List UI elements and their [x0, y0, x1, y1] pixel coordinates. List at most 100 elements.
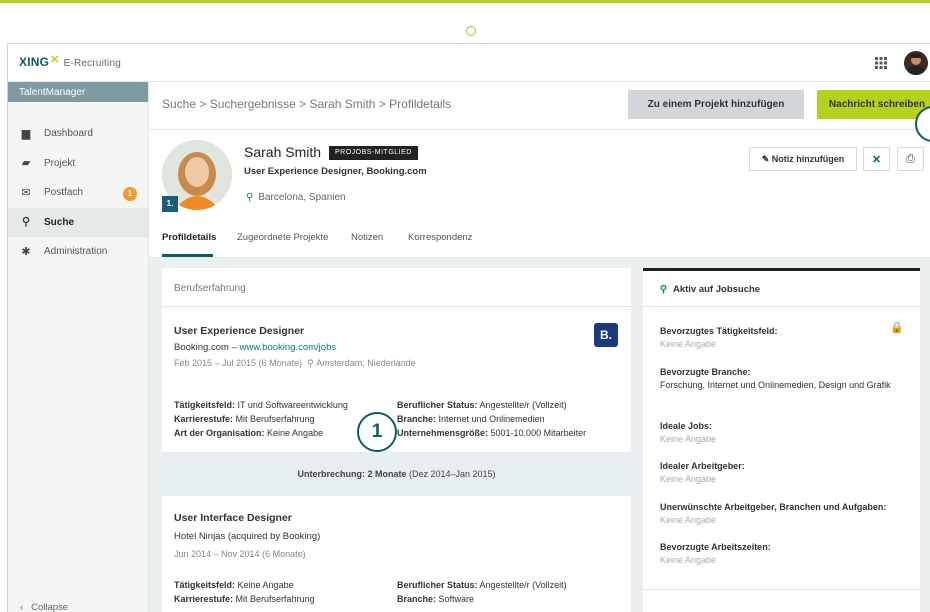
detail-row: Branche: Software [397, 592, 567, 606]
gap-range: (Dez 2014–Jan 2015) [406, 469, 496, 479]
mail-icon: ✉ [21, 186, 31, 199]
job-details-left: Tätigkeitsfeld: Keine Angabe Karrierestu… [174, 578, 315, 606]
preference-value: Keine Angabe [660, 474, 717, 484]
detail-row: Branche: Internet und Onlinemedien [397, 412, 586, 426]
detail-row: Unternehmensgröße: 5001-10.000 Mitarbeit… [397, 426, 586, 440]
chevron-left-icon: ‹ [20, 602, 24, 612]
tab-notizen[interactable]: Notizen [351, 232, 383, 243]
candidate-name: Sarah Smith [244, 144, 322, 160]
detail-key: Art der Organisation: [174, 428, 265, 438]
detail-key: Tätigkeitsfeld: [174, 580, 236, 590]
detail-key: Unternehmensgröße: [397, 428, 489, 438]
collapse-label: Collapse [31, 602, 69, 612]
apps-grid-icon[interactable] [875, 57, 887, 69]
detail-key: Karrierestufe: [174, 594, 234, 604]
sidebar-item-label: Administration [44, 246, 108, 258]
location-pin-icon: ⚲ [307, 358, 314, 368]
job-details-right: Beruflicher Status: Angestellte/r (Vollz… [397, 578, 567, 606]
sidebar-nav: ▆ Dashboard ▰ Projekt ✉ Postfach 1 ⚲ Suc… [8, 119, 148, 267]
add-to-project-button[interactable]: Zu einem Projekt hinzufügen [628, 90, 804, 119]
notification-badge: 1 [123, 187, 137, 201]
sidebar-item-administration[interactable]: ✱ Administration [8, 237, 148, 267]
job-location: Amsterdam, Niederlande [316, 358, 416, 368]
active-tab-indicator [162, 254, 213, 257]
preference-item: Bevorzugte Branche: Forschung, Internet … [660, 366, 900, 392]
top-accent-line [0, 0, 930, 3]
print-button[interactable]: ⎙ [897, 147, 924, 171]
detail-value: Keine Angabe [267, 428, 324, 438]
breadcrumb-bar: Suche > Suchergebnisse > Sarah Smith > P… [149, 82, 930, 142]
company-logo: B. [594, 323, 618, 347]
job-title: User Experience Designer [174, 325, 305, 337]
folder-icon: ▰ [21, 157, 31, 170]
detail-key: Karrierestufe: [174, 414, 234, 424]
detail-row: Karrierestufe: Mit Berufserfahrung [174, 592, 315, 606]
xing-icon: ✕ [871, 153, 882, 166]
location-pin-icon: ⚲ [246, 192, 254, 203]
product-name: E-Recruiting [63, 58, 121, 69]
job-entry: User Experience Designer Booking.com – w… [162, 307, 631, 452]
sidebar-item-postfach[interactable]: ✉ Postfach 1 [8, 178, 148, 208]
collapse-button[interactable]: ‹ Collapse [20, 602, 68, 612]
write-message-button[interactable]: Nachricht schreiben [817, 90, 930, 119]
preference-key: Unerwünschte Arbeitgeber, Branchen und A… [660, 502, 887, 512]
detail-row: Art der Organisation: Keine Angabe [174, 426, 348, 440]
rank-badge: 1. [162, 196, 178, 212]
sidebar-item-label: Suche [44, 216, 75, 228]
sidebar-item-projekt[interactable]: ▰ Projekt [8, 149, 148, 179]
projobs-badge: PROJOBS-MITGLIED [329, 146, 418, 160]
detail-row: Tätigkeitsfeld: IT und Softwareentwicklu… [174, 398, 348, 412]
user-avatar[interactable] [904, 51, 928, 75]
detail-value: Mit Berufserfahrung [235, 594, 315, 604]
preference-item: Ideale Jobs: Keine Angabe [660, 420, 900, 446]
preference-key: Ideale Jobs: [660, 421, 713, 431]
detail-key: Beruflicher Status: [397, 400, 478, 410]
tab-profildetails[interactable]: Profildetails [162, 232, 216, 243]
add-note-button[interactable]: ✎ Notiz hinzufügen [749, 147, 857, 171]
preference-key: Idealer Arbeitgeber: [660, 461, 745, 471]
main-content: Suche > Suchergebnisse > Sarah Smith > P… [149, 82, 930, 612]
company-separator: – [228, 342, 240, 353]
detail-key: Branche: [397, 414, 437, 424]
job-title: User Interface Designer [174, 512, 292, 524]
experience-title: Berufserfahrung [162, 268, 631, 307]
preference-value: Keine Angabe [660, 555, 717, 565]
job-dates: Jun 2014 – Nov 2014 (6 Monate) [174, 549, 306, 559]
tab-zugeordnete-projekte[interactable]: Zugeordnete Projekte [237, 232, 328, 243]
search-icon: ⚲ [660, 284, 667, 295]
xing-profile-button[interactable]: ✕ [863, 147, 890, 171]
job-details-right: Beruflicher Status: Angestellte/r (Vollz… [397, 398, 586, 440]
xing-logo[interactable]: XING✕ E-Recruiting [19, 54, 121, 69]
preference-item: Bevorzugte Arbeitszeiten: Keine Angabe [660, 541, 900, 567]
edit-icon: ✎ [761, 153, 770, 164]
dashboard-icon: ▆ [21, 127, 31, 140]
sidebar-item-dashboard[interactable]: ▆ Dashboard [8, 119, 148, 149]
gap-duration: Unterbrechung: 2 Monate [297, 469, 407, 479]
job-search-title: ⚲ Aktiv auf Jobsuche [643, 271, 920, 307]
detail-value: Internet und Onlinemedien [438, 414, 545, 424]
preference-item: Idealer Arbeitgeber: Keine Angabe [660, 460, 900, 486]
job-dates: Feb 2015 – Jul 2015 (6 Monate) [174, 358, 303, 368]
app-header: XING✕ E-Recruiting [8, 44, 930, 82]
detail-value: 5001-10.000 Mitarbeiter [490, 428, 587, 438]
job-entry: User Interface Designer Hotel Ninjas (ac… [162, 512, 631, 604]
preference-item: Bevorzugtes Tätigkeitsfeld: Keine Angabe [660, 325, 900, 351]
tab-korrespondenz[interactable]: Korrespondenz [408, 232, 472, 243]
sidebar-item-suche[interactable]: ⚲ Suche [8, 207, 148, 237]
detail-row: Karrierestufe: Mit Berufserfahrung [174, 412, 348, 426]
job-company-line: Booking.com – www.booking.com/jobs [174, 342, 619, 353]
sidebar-item-label: Projekt [44, 157, 76, 169]
detail-value: Angestellte/r (Vollzeit) [479, 400, 567, 410]
company-link[interactable]: www.booking.com/jobs [239, 342, 336, 353]
detail-value: Mit Berufserfahrung [235, 414, 315, 424]
divider [643, 589, 920, 590]
preference-value: Forschung, Internet und Onlinemedien, De… [660, 380, 891, 390]
breadcrumb[interactable]: Suche > Suchergebnisse > Sarah Smith > P… [162, 97, 451, 111]
job-company: Booking.com [174, 342, 229, 353]
detail-key: Beruflicher Status: [397, 580, 478, 590]
job-search-label: Aktiv auf Jobsuche [672, 284, 761, 295]
profile-content: Berufserfahrung User Experience Designer… [149, 258, 930, 612]
profile-tabs: Profildetails Zugeordnete Projekte Notiz… [149, 222, 930, 258]
experience-card: Berufserfahrung User Experience Designer… [162, 268, 631, 612]
sidebar-item-label: Dashboard [44, 128, 93, 140]
